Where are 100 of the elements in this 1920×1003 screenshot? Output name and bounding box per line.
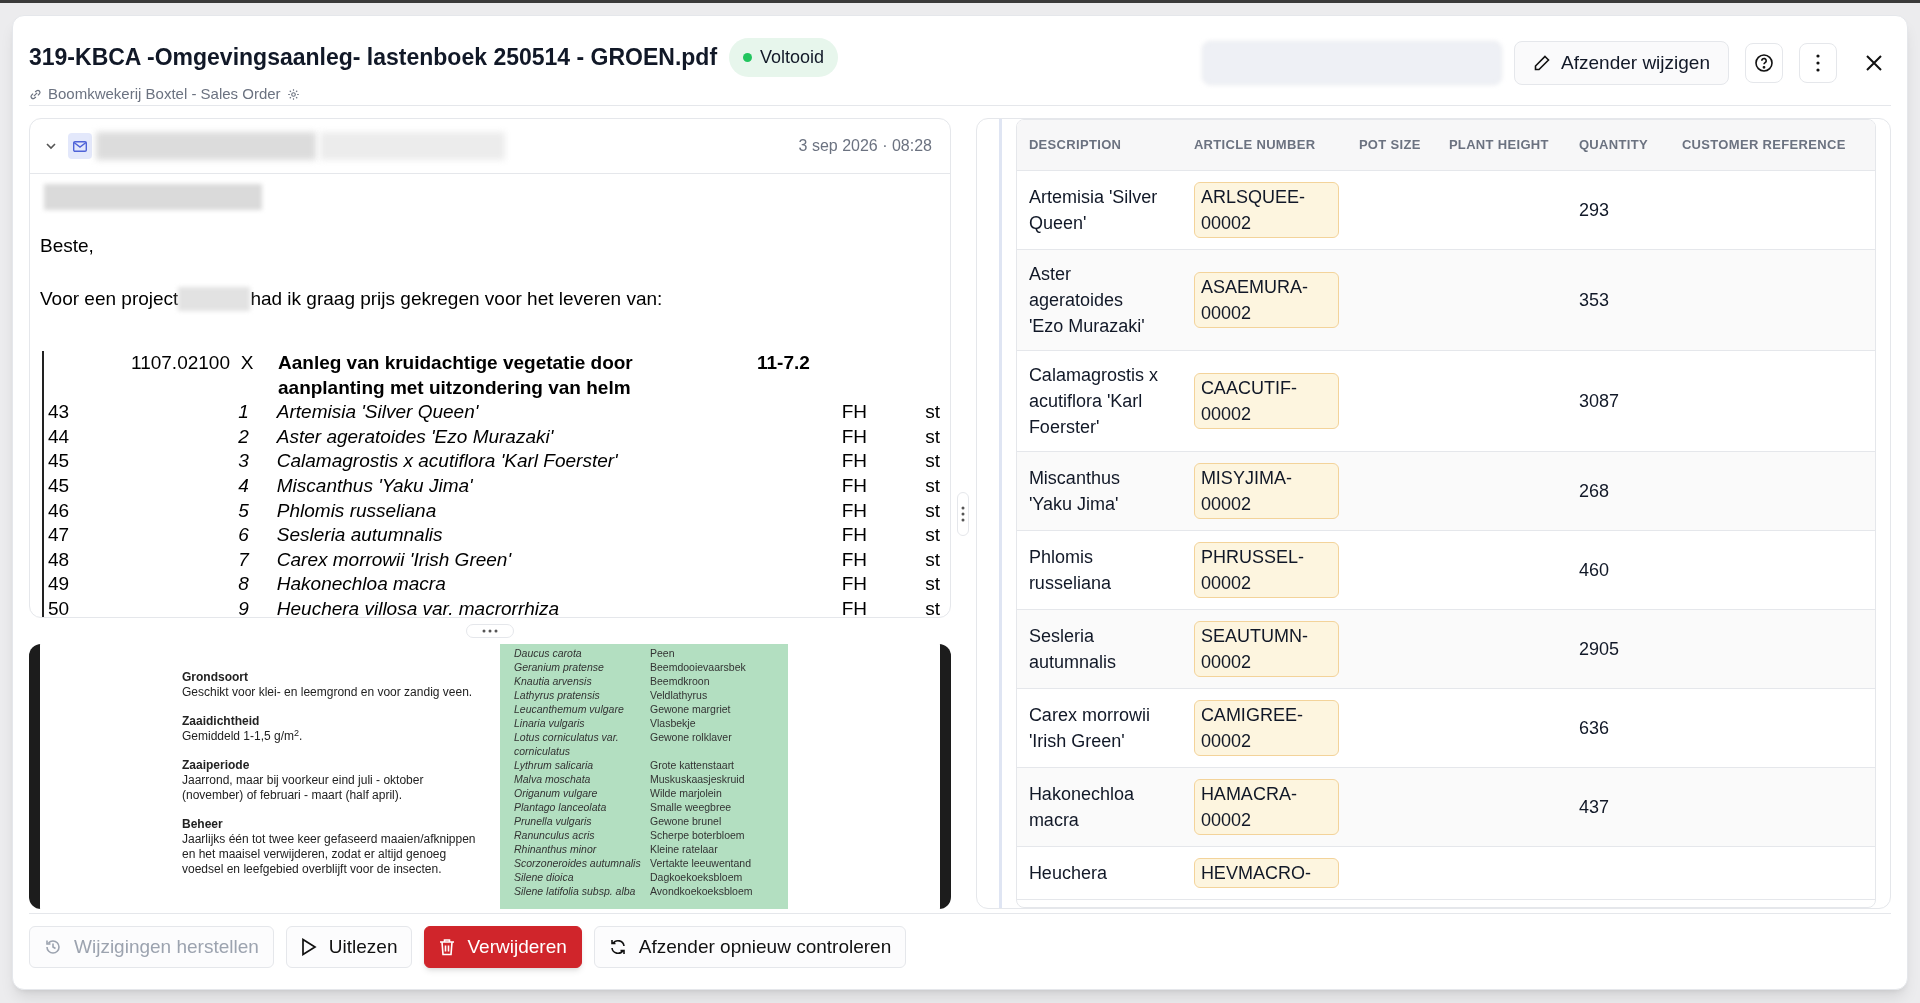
item-index: 6: [237, 523, 250, 548]
quantity-cell: 268: [1578, 480, 1609, 501]
trash-icon: [439, 938, 456, 956]
article-number-chip[interactable]: SEAUTUMN-00002: [1193, 620, 1339, 677]
quantity-cell: 460: [1578, 559, 1609, 580]
column-header: PLANT HEIGHT: [1436, 120, 1567, 170]
unit-text: FH: [841, 572, 868, 597]
section-heading: Zaaidichtheid: [182, 714, 261, 729]
item-index: 5: [237, 498, 250, 523]
help-button[interactable]: [1745, 43, 1783, 83]
section-reference: 11-7.2: [757, 351, 810, 375]
common-name: Beemdkroon: [650, 674, 710, 688]
article-number-chip[interactable]: ARLSQUEE-00002: [1193, 181, 1339, 238]
quantity-cell: 2905: [1578, 638, 1619, 659]
measure-text: st: [925, 547, 940, 572]
recheck-sender-button[interactable]: Afzender opnieuw controleren: [593, 926, 907, 968]
description-cell: Phlomis russeliana: [1028, 546, 1111, 593]
description-cell: Carex morrowii 'Irish Green': [1028, 704, 1150, 751]
article-number-chip[interactable]: ASAEMURA-00002: [1193, 271, 1339, 328]
pencil-icon: [1533, 54, 1552, 72]
quantity-cell: 293: [1578, 199, 1609, 220]
unit-text: FH: [841, 473, 868, 498]
measure-text: st: [925, 596, 940, 617]
plant-name: Calamagrostis x acutiflora 'Karl Foerster': [276, 449, 619, 474]
resize-handle[interactable]: [466, 624, 514, 638]
section-mark: X: [239, 351, 255, 375]
link-icon: [29, 87, 42, 101]
section-title: Aanleg van kruidachtige vegetatie door aanplanting met uitzondering van helm: [278, 351, 634, 400]
item-index: 1: [237, 400, 250, 425]
description-cell: Miscanthus 'Yaku Jima': [1028, 467, 1120, 514]
refresh-icon: [608, 938, 627, 956]
item-index: 8: [237, 572, 250, 597]
measure-text: st: [925, 473, 940, 498]
article-number-chip[interactable]: CAACUTIF-00002: [1193, 372, 1339, 429]
item-index: 7: [237, 547, 251, 572]
article-number-chip[interactable]: CAMIGREE-00002: [1193, 699, 1339, 756]
column-header: DESCRIPTION: [1016, 120, 1182, 170]
common-name: Vertakte leeuwentand: [650, 856, 751, 870]
measure-text: st: [925, 424, 940, 449]
line-number: 46: [48, 498, 71, 523]
line-number: 45: [48, 449, 71, 474]
more-icon: [1816, 54, 1820, 72]
article-number-chip[interactable]: HEVMACRO-: [1193, 857, 1339, 888]
unit-text: FH: [841, 424, 868, 449]
column-header: ARTICLE NUMBER: [1181, 120, 1347, 170]
common-name: Gewone rolklaver: [650, 730, 732, 744]
common-name: Vlasbekje: [650, 716, 696, 730]
description-cell: Sesleria autumnalis: [1028, 625, 1116, 672]
plant-name: Phlomis russeliana: [276, 498, 438, 523]
latin-name: Knautia arvensis: [514, 674, 593, 688]
mail-icon: [68, 133, 92, 159]
subtitle: Boomkwekerij Boxtel - Sales Order: [48, 84, 281, 104]
more-button[interactable]: [1799, 43, 1837, 83]
measure-text: st: [925, 449, 940, 474]
change-sender-button[interactable]: Afzender wijzigen: [1514, 41, 1729, 85]
quantity-cell: 636: [1578, 717, 1609, 738]
description-cell: Calamagrostis x acutiflora 'Karl Foerster': [1028, 364, 1158, 437]
unit-text: FH: [841, 400, 868, 425]
line-number: 48: [48, 547, 71, 572]
plant-name: Carex morrowii 'Irish Green': [276, 547, 513, 572]
item-index: 9: [237, 596, 250, 617]
article-number-chip[interactable]: HAMACRA-00002: [1193, 778, 1339, 835]
plant-name: Miscanthus 'Yaku Jima': [276, 473, 474, 498]
common-name: Grote kattenstaart: [650, 758, 735, 772]
description-cell: Heuchera: [1028, 862, 1107, 883]
email-date: 3 sep 2026 · 08:28: [798, 136, 933, 156]
latin-name: Silene dioica: [514, 870, 575, 884]
unit-text: FH: [841, 523, 868, 548]
unit-text: FH: [841, 449, 868, 474]
description-cell: Aster ageratoides 'Ezo Murazaki': [1028, 263, 1145, 336]
description-cell: Hakonechloa macra: [1028, 783, 1134, 830]
unit-text: FH: [841, 547, 868, 572]
latin-name: Lathyrus pratensis: [514, 688, 601, 702]
common-name: Gewone brunel: [650, 814, 722, 828]
common-name: Scherpe boterbloem: [650, 828, 745, 842]
latin-name: Ranunculus acris: [514, 828, 596, 842]
latin-name: Daucus carota: [514, 646, 583, 660]
help-icon: [1754, 53, 1774, 73]
common-name: Avondkoekoeksbloem: [650, 884, 753, 898]
article-number-chip[interactable]: PHRUSSEL-00002: [1193, 541, 1339, 598]
line-number: 47: [48, 523, 71, 548]
latin-name: Plantago lanceolata: [514, 800, 608, 814]
article-number-chip[interactable]: MISYJIMA-00002: [1193, 462, 1339, 519]
measure-text: st: [925, 572, 940, 597]
plant-name: Sesleria autumnalis: [276, 523, 444, 548]
quantity-cell: 437: [1578, 796, 1609, 817]
latin-name: Leucanthemum vulgare: [514, 702, 625, 716]
delete-button[interactable]: Verwijderen: [424, 926, 582, 968]
common-name: Veldlathyrus: [650, 688, 708, 702]
plant-name: Aster ageratoides 'Ezo Murazaki': [276, 424, 555, 449]
splitter-handle[interactable]: [957, 491, 970, 536]
common-name: Kleine ratelaar: [650, 842, 718, 856]
greeting-text: Beste,: [40, 234, 95, 258]
history-icon: [44, 938, 62, 956]
read-out-button[interactable]: Uitlezen: [285, 926, 413, 968]
column-header: CUSTOMER REFERENCE: [1669, 120, 1875, 170]
common-name: Dagkoekoeksbloem: [650, 870, 743, 884]
latin-name: Origanum vulgare: [514, 786, 599, 800]
section-heading: Grondsoort: [182, 670, 249, 685]
common-name: Gewone margriet: [650, 702, 731, 716]
